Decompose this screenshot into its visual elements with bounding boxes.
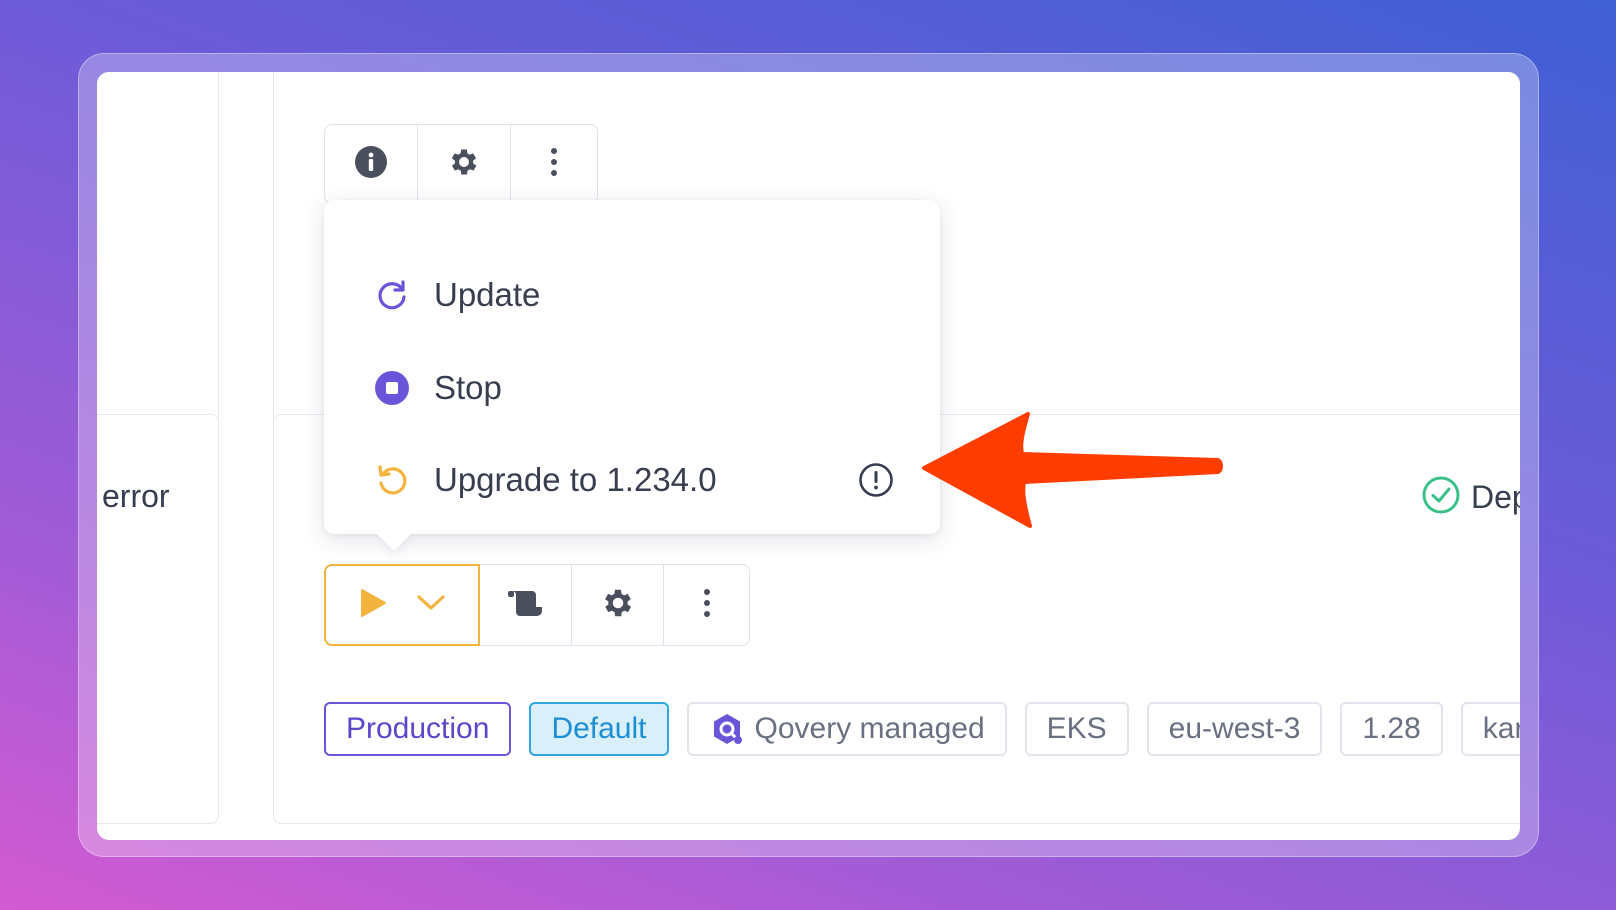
app-screen: error Dep Update (97, 72, 1520, 840)
logs-icon (506, 587, 546, 624)
chevron-down-icon[interactable] (416, 593, 446, 618)
tag-provider: EKS (1024, 702, 1129, 756)
tag-label: Qovery managed (754, 712, 985, 745)
menu-item-label: Upgrade to 1.234.0 (434, 461, 717, 498)
warning-circle-icon[interactable] (858, 462, 894, 503)
settings-button[interactable] (418, 125, 511, 203)
tag-karpenter: karpe (1460, 702, 1520, 756)
qovery-logo-icon (709, 711, 745, 747)
more-button[interactable] (664, 564, 750, 646)
play-icon (358, 587, 388, 624)
info-button[interactable] (325, 125, 418, 203)
logs-button[interactable] (480, 564, 572, 646)
top-toolbar (324, 124, 598, 204)
left-panel-bottom (97, 414, 219, 824)
more-button[interactable] (511, 125, 597, 203)
tag-region: eu-west-3 (1146, 702, 1323, 756)
status-error-text: error (102, 478, 170, 514)
left-panel-top (97, 72, 219, 436)
status-label: Dep (1471, 479, 1520, 515)
gear-icon (600, 585, 636, 626)
refresh-icon (374, 277, 414, 313)
tag-version: 1.28 (1340, 702, 1443, 756)
menu-item-upgrade[interactable]: Upgrade to 1.234.0 (374, 450, 894, 510)
menu-item-stop[interactable]: Stop (374, 358, 502, 418)
tag-production: Production (324, 702, 512, 756)
bottom-toolbar (324, 564, 750, 646)
tag-qovery-managed: Qovery managed (686, 702, 1007, 756)
menu-item-label: Update (434, 276, 541, 313)
menu-item-label: Stop (434, 369, 502, 406)
check-circle-icon (1421, 475, 1461, 520)
cluster-tags: Production Default Qovery managed EKS eu… (324, 702, 1520, 756)
actions-dropdown-menu: Update Stop Upgrade to 1.234.0 (324, 200, 940, 551)
menu-item-update[interactable]: Update (374, 265, 540, 325)
settings-button[interactable] (572, 564, 664, 646)
stop-icon (374, 370, 414, 406)
gear-icon (447, 145, 481, 184)
deployment-status: Dep (1421, 475, 1520, 520)
red-arrow-icon (922, 412, 1223, 528)
undo-icon (374, 462, 414, 498)
info-icon (354, 145, 388, 184)
more-vertical-icon (549, 146, 559, 183)
deploy-split-button[interactable] (324, 564, 480, 646)
more-vertical-icon (702, 587, 712, 624)
tag-default: Default (529, 702, 669, 756)
